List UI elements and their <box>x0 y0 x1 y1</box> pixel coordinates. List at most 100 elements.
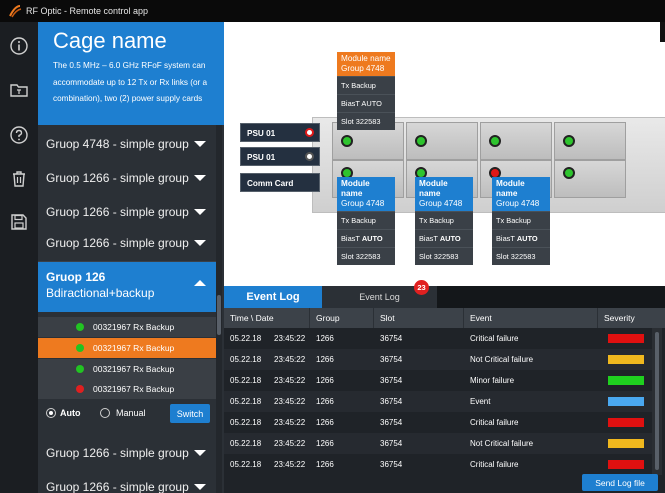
scrollbar-thumb[interactable] <box>217 295 221 335</box>
chevron-down-icon[interactable] <box>194 175 206 181</box>
group-row[interactable]: Gruop 1266 - simple group <box>38 225 216 262</box>
module-led-icon <box>489 135 501 147</box>
col-event[interactable]: Event <box>464 308 598 328</box>
group-label: Gruop 4748 - simple group <box>46 137 189 151</box>
module-led-icon <box>341 135 353 147</box>
psu-label: PSU 01 <box>247 129 276 138</box>
log-scrollbar[interactable] <box>652 328 662 475</box>
col-group[interactable]: Group <box>310 308 374 328</box>
chevron-down-icon[interactable] <box>194 141 206 147</box>
group-label: Gruop 1266 - simple group <box>46 446 189 460</box>
tooltip-title: Module name <box>496 179 525 198</box>
module-item[interactable]: 00321967 Rx Backup <box>38 379 216 399</box>
bias-label: BiasT <box>341 234 360 243</box>
expanded-group-subtitle: Bdiractional+backup <box>46 286 155 300</box>
tab-event-log-active[interactable]: Event Log <box>224 286 322 308</box>
tooltip-slot: Slot 322583 <box>337 247 395 265</box>
tooltip-title: Module name <box>419 179 448 198</box>
trash-icon[interactable] <box>9 169 29 189</box>
col-severity[interactable]: Severity <box>598 308 665 328</box>
table-row[interactable]: 05.22.18 23:45:22 1266 36754 Critical fa… <box>224 454 652 475</box>
cell-event: Critical failure <box>470 334 519 343</box>
psu-tag[interactable]: PSU 01 <box>240 147 320 166</box>
table-row[interactable]: 05.22.18 23:45:22 1266 36754 Critical fa… <box>224 328 652 349</box>
save-icon[interactable] <box>9 212 29 232</box>
cell-time: 23:45:22 <box>274 460 306 469</box>
scrollbar-thumb[interactable] <box>655 332 659 470</box>
chevron-down-icon[interactable] <box>194 484 206 490</box>
cell-group: 1266 <box>316 376 334 385</box>
module-item[interactable]: 00321967 Rx Backup <box>38 338 216 358</box>
cell-time: 23:45:22 <box>274 355 306 364</box>
tooltip-group: Group 4748 <box>341 64 385 73</box>
log-tabs: Event Log Event Log 23 <box>224 280 665 308</box>
cell-slot: 36754 <box>380 460 403 469</box>
module-slot[interactable] <box>554 122 626 160</box>
module-slot[interactable] <box>554 160 626 198</box>
group-row[interactable]: Gruop 4748 - simple group <box>38 126 216 163</box>
severity-indicator <box>608 439 644 448</box>
module-led-icon <box>563 167 575 179</box>
panel-scrollbar[interactable] <box>216 125 222 493</box>
cell-date: 05.22.18 <box>230 355 262 364</box>
group-row[interactable]: Gruop 1266 - simple group <box>38 160 216 197</box>
module-label: 00321967 Rx Backup <box>93 364 175 374</box>
help-icon[interactable] <box>9 125 29 145</box>
module-led-icon <box>415 135 427 147</box>
severity-indicator <box>608 334 644 343</box>
info-icon[interactable] <box>9 36 29 56</box>
module-item[interactable]: 00321967 Rx Backup <box>38 359 216 379</box>
table-row[interactable]: 05.22.18 23:45:22 1266 36754 Not Critica… <box>224 433 652 454</box>
cell-group: 1266 <box>316 439 334 448</box>
cell-time: 23:45:22 <box>274 376 306 385</box>
tooltip-header: Module name Group 4748 <box>337 52 395 76</box>
chevron-up-icon[interactable] <box>194 280 206 286</box>
folder-icon[interactable] <box>9 80 29 100</box>
cell-group: 1266 <box>316 397 334 406</box>
group-row[interactable]: Gruop 1266 - simple group <box>38 469 216 493</box>
chevron-down-icon[interactable] <box>194 209 206 215</box>
cell-event: Critical failure <box>470 460 519 469</box>
title-bar: RF Optic - Remote control app <box>0 0 665 22</box>
cell-date: 05.22.18 <box>230 418 262 427</box>
manual-radio[interactable] <box>100 408 110 418</box>
module-slot[interactable] <box>480 122 552 160</box>
col-slot[interactable]: Slot <box>374 308 464 328</box>
chevron-down-icon[interactable] <box>194 240 206 246</box>
switch-button[interactable]: Switch <box>170 404 210 423</box>
auto-radio[interactable] <box>46 408 56 418</box>
severity-indicator <box>608 355 644 364</box>
group-row[interactable]: Gruop 1266 - simple group <box>38 435 216 472</box>
comm-card-tag[interactable]: Comm Card <box>240 173 320 192</box>
group-label: Gruop 1266 - simple group <box>46 171 189 185</box>
cell-time: 23:45:22 <box>274 418 306 427</box>
bias-label: BiasT <box>341 99 360 108</box>
expanded-group-header[interactable]: Gruop 126 Bdiractional+backup <box>38 262 216 312</box>
send-log-button[interactable]: Send Log file <box>582 474 658 491</box>
status-dot-icon <box>76 323 84 331</box>
bias-value: AUTO <box>516 234 538 243</box>
col-time-date[interactable]: Time \ Date <box>224 308 310 328</box>
table-row[interactable]: 05.22.18 23:45:22 1266 36754 Event <box>224 391 652 412</box>
status-dot-icon <box>76 365 84 373</box>
module-item[interactable]: 00321967 Rx Backup <box>38 317 216 337</box>
chevron-down-icon[interactable] <box>194 450 206 456</box>
auto-label: Auto <box>60 408 81 418</box>
tooltip-header: Module name Group 4748 <box>337 177 395 211</box>
cell-date: 05.22.18 <box>230 334 262 343</box>
module-slot[interactable] <box>406 122 478 160</box>
psu-tag[interactable]: PSU 01 <box>240 123 320 142</box>
module-tooltip: Module name Group 4748 Tx Backup BiasT AU… <box>337 52 395 130</box>
table-row[interactable]: 05.22.18 23:45:22 1266 36754 Critical fa… <box>224 412 652 433</box>
tooltip-group: Group 4748 <box>419 199 463 208</box>
status-dot-icon <box>76 385 84 393</box>
cell-slot: 36754 <box>380 355 403 364</box>
cell-event: Event <box>470 397 491 406</box>
module-tooltip: Module name Group 4748 Tx Backup BiasT AU… <box>337 177 395 265</box>
table-row[interactable]: 05.22.18 23:45:22 1266 36754 Not Critica… <box>224 349 652 370</box>
cell-group: 1266 <box>316 355 334 364</box>
cell-event: Minor failure <box>470 376 515 385</box>
cell-group: 1266 <box>316 418 334 427</box>
cage-title: Cage name <box>53 28 167 53</box>
table-row[interactable]: 05.22.18 23:45:22 1266 36754 Minor failu… <box>224 370 652 391</box>
